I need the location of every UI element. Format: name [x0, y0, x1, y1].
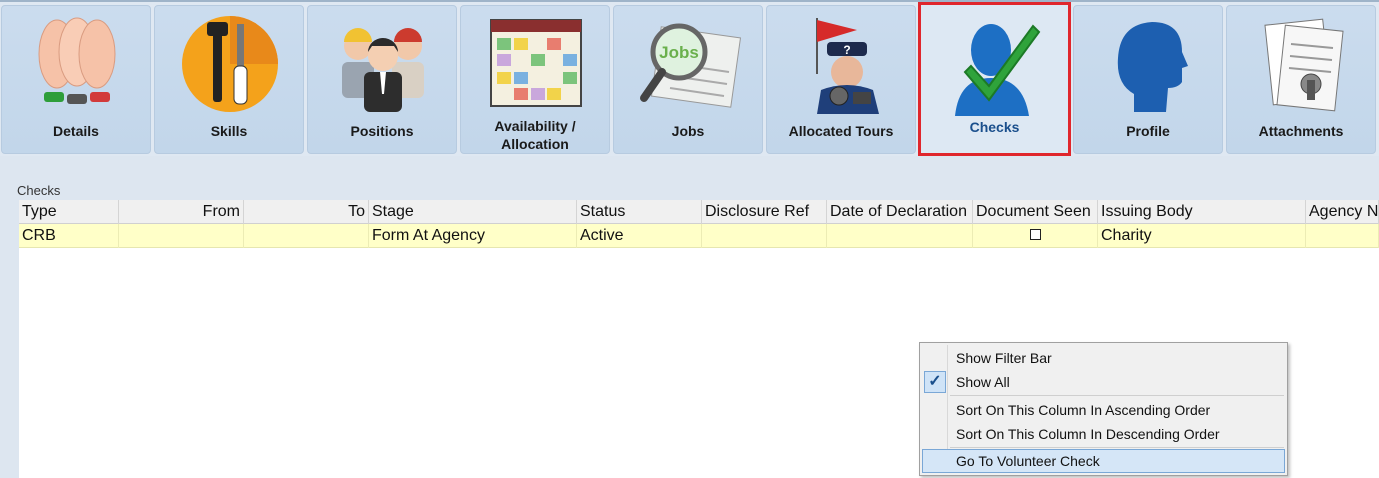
- menu-item-go-to-volunteer-check[interactable]: Go To Volunteer Check: [922, 449, 1285, 473]
- tab-label: Details: [53, 123, 99, 139]
- tab-label: Attachments: [1258, 123, 1344, 139]
- tab-label: Positions: [350, 123, 414, 139]
- column-header-stage[interactable]: Stage: [369, 200, 577, 224]
- column-header-from[interactable]: From: [119, 200, 244, 224]
- tab-jobs[interactable]: Jobs Jobs: [613, 5, 763, 154]
- cell-type[interactable]: CRB: [19, 224, 119, 248]
- cell-from[interactable]: [119, 224, 244, 248]
- column-header-status[interactable]: Status: [577, 200, 702, 224]
- tab-profile[interactable]: Profile: [1073, 5, 1223, 154]
- menu-item-sort-descending[interactable]: Sort On This Column In Descending Order: [922, 422, 1285, 446]
- section-title-checks: Checks: [17, 183, 61, 198]
- tab-bar: Details Skills Positions Availability / …: [0, 2, 1379, 156]
- menu-separator: [950, 395, 1284, 396]
- tab-checks[interactable]: Checks: [918, 2, 1071, 156]
- menu-item-label: Sort On This Column In Ascending Order: [956, 402, 1211, 418]
- cell-disclosure-ref[interactable]: [702, 224, 827, 248]
- column-header-document-seen[interactable]: Document Seen: [973, 200, 1098, 224]
- tab-skills[interactable]: Skills: [154, 5, 304, 154]
- menu-item-show-filter-bar[interactable]: Show Filter Bar: [922, 346, 1285, 370]
- column-header-agency[interactable]: Agency N: [1306, 200, 1379, 224]
- tools-icon: [182, 16, 278, 112]
- column-header-date-of-declaration[interactable]: Date of Declaration: [827, 200, 973, 224]
- column-header-type[interactable]: Type: [19, 200, 119, 224]
- tab-label: Jobs: [671, 123, 705, 139]
- tab-label: Checks: [969, 119, 1020, 135]
- tab-allocated-tours[interactable]: ? Allocated Tours: [766, 5, 916, 154]
- cell-stage[interactable]: Form At Agency: [369, 224, 577, 248]
- menu-separator: [950, 447, 1284, 448]
- tab-label-line2: Allocation: [501, 136, 569, 152]
- tab-label: Availability / Allocation: [461, 117, 609, 153]
- cell-status[interactable]: Active: [577, 224, 702, 248]
- tab-label-line1: Availability /: [494, 118, 576, 134]
- menu-item-label: Sort On This Column In Descending Order: [956, 426, 1220, 442]
- grid-header-row: Type From To Stage Status Disclosure Ref…: [19, 200, 1379, 224]
- cell-agency[interactable]: [1306, 224, 1379, 248]
- cell-to[interactable]: [244, 224, 369, 248]
- cell-date-of-declaration[interactable]: [827, 224, 973, 248]
- profile-head-icon: [1117, 22, 1188, 112]
- tab-positions[interactable]: Positions: [307, 5, 457, 154]
- hands-icon: [38, 17, 116, 104]
- tab-attachments[interactable]: Attachments: [1226, 5, 1376, 154]
- svg-text:Jobs: Jobs: [659, 43, 699, 62]
- column-header-to[interactable]: To: [244, 200, 369, 224]
- workers-icon: [342, 28, 424, 112]
- calendar-icon: [490, 19, 582, 107]
- cell-issuing-body[interactable]: Charity: [1098, 224, 1306, 248]
- svg-text:?: ?: [843, 43, 850, 57]
- column-header-issuing-body[interactable]: Issuing Body: [1098, 200, 1306, 224]
- tab-label: Allocated Tours: [788, 123, 894, 139]
- magnifier-jobs-icon: Jobs: [640, 23, 742, 108]
- cell-document-seen[interactable]: [973, 224, 1098, 248]
- menu-item-label: Show Filter Bar: [956, 350, 1052, 366]
- context-menu: Show Filter Bar ✓ Show All Sort On This …: [919, 342, 1288, 476]
- person-check-icon: [955, 24, 1041, 116]
- menu-item-label: Go To Volunteer Check: [956, 453, 1100, 469]
- tab-details[interactable]: Details: [1, 5, 151, 154]
- tour-guide-icon: ?: [816, 18, 879, 114]
- tab-label: Skills: [210, 123, 248, 139]
- tab-availability-allocation[interactable]: Availability / Allocation: [460, 5, 610, 154]
- menu-item-label: Show All: [956, 374, 1010, 390]
- documents-icon: [1264, 18, 1344, 112]
- menu-item-show-all[interactable]: ✓ Show All: [922, 370, 1285, 394]
- table-row[interactable]: CRB Form At Agency Active Charity: [19, 224, 1379, 248]
- tab-label: Profile: [1126, 123, 1170, 139]
- document-seen-checkbox[interactable]: [1029, 229, 1041, 241]
- menu-item-sort-ascending[interactable]: Sort On This Column In Ascending Order: [922, 398, 1285, 422]
- checkmark-icon: ✓: [924, 371, 946, 393]
- column-header-disclosure-ref[interactable]: Disclosure Ref: [702, 200, 827, 224]
